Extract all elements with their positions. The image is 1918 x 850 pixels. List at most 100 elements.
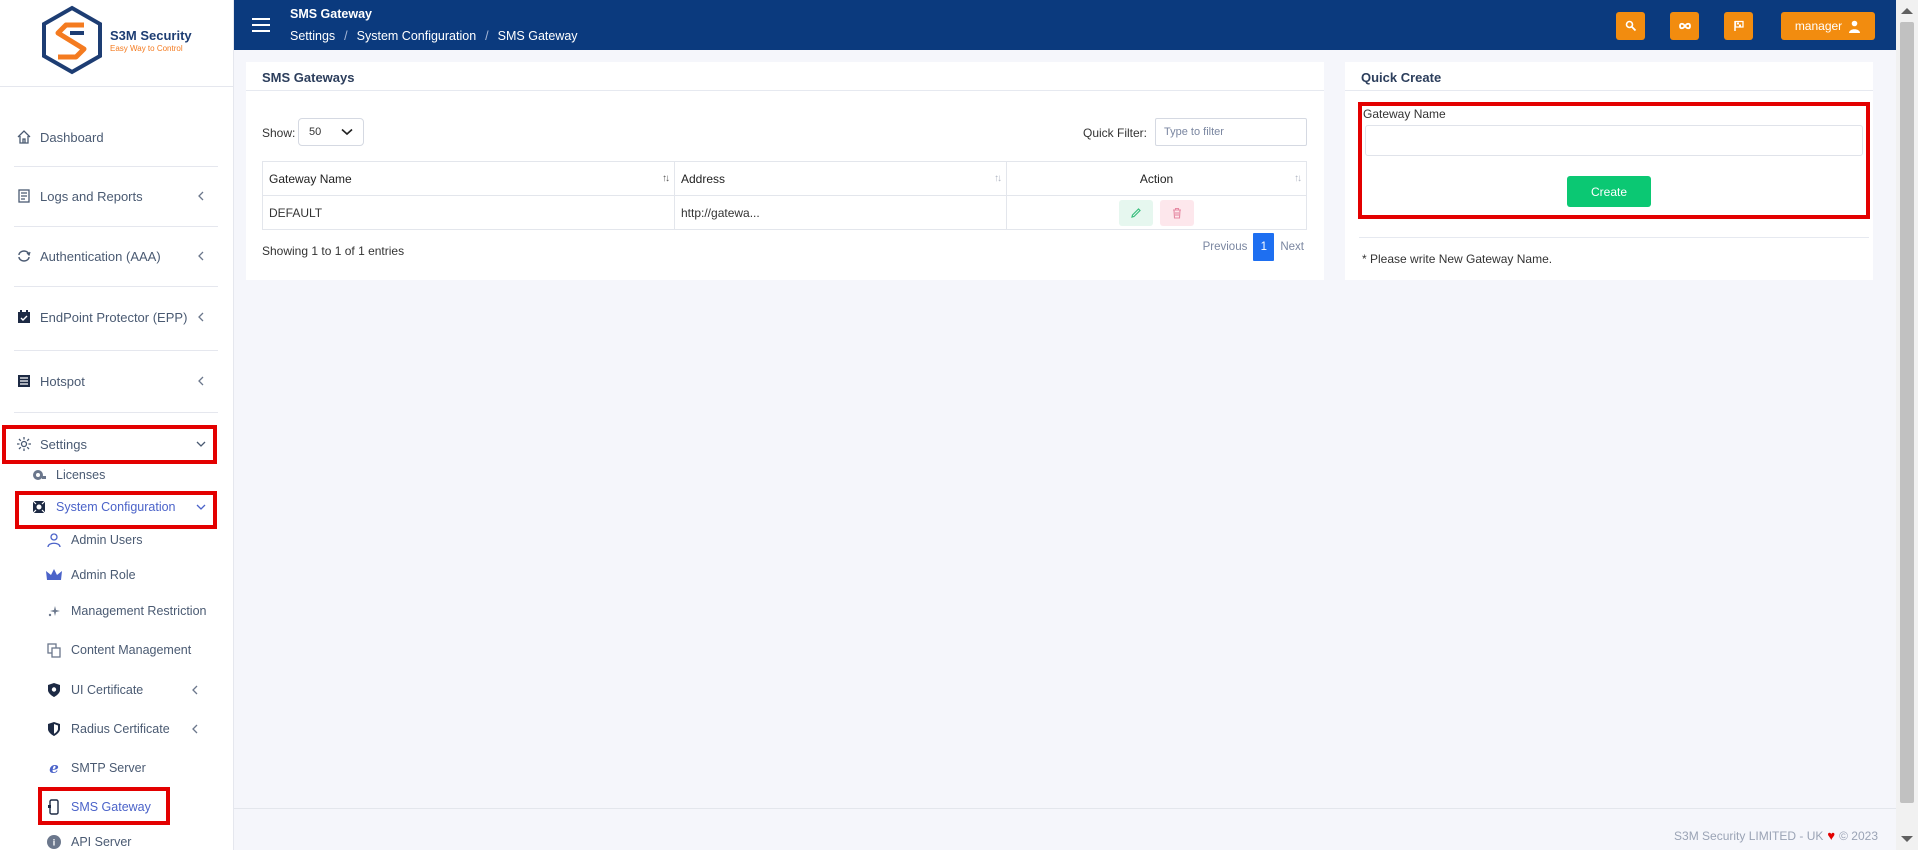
page-title: SMS Gateway — [290, 7, 372, 21]
quick-create-panel: Quick Create Gateway Name Create * Pleas… — [1345, 62, 1873, 280]
breadcrumb-item: SMS Gateway — [497, 29, 578, 43]
table-info: Showing 1 to 1 of 1 entries — [262, 244, 405, 258]
top-bar: SMS Gateway Settings / System Configurat… — [234, 0, 1896, 50]
sidebar-item-label: Admin Users — [71, 533, 143, 547]
user-menu-button[interactable]: manager — [1781, 12, 1875, 40]
page-size-select[interactable]: 50 — [298, 118, 364, 146]
sidebar-item-label: Radius Certificate — [71, 722, 170, 736]
nav-divider — [14, 166, 218, 167]
nav-divider — [14, 350, 218, 351]
svg-text:i: i — [53, 838, 56, 848]
sidebar-item-management-restriction[interactable]: Management Restriction — [45, 598, 206, 624]
sidebar-item-label: API Server — [71, 835, 132, 849]
search-icon — [1625, 20, 1636, 32]
sparkle-icon — [45, 602, 63, 620]
sidebar-item-ui-certificate[interactable]: UI Certificate — [45, 677, 212, 703]
sidebar-item-logs-and-reports[interactable]: Logs and Reports — [14, 181, 218, 211]
scroll-down-arrow-icon[interactable] — [1901, 836, 1913, 842]
nav-divider — [14, 286, 218, 287]
footer-year: © 2023 — [1839, 828, 1878, 843]
panel-divider — [1359, 237, 1869, 238]
pagination-next[interactable]: Next — [1274, 234, 1310, 260]
nav-divider — [14, 226, 218, 227]
column-header-address[interactable]: Address ↑↓ — [674, 161, 1007, 196]
breadcrumb: Settings / System Configuration / SMS Ga… — [290, 29, 578, 43]
report-icon — [14, 186, 34, 206]
flag-icon — [1733, 20, 1744, 31]
sidebar-item-label: Dashboard — [40, 129, 104, 145]
calendar-check-icon — [14, 307, 34, 327]
pagination-previous[interactable]: Previous — [1197, 234, 1254, 260]
sms-gateways-panel: SMS Gateways Show: 50 Quick Filter: Gate… — [246, 62, 1324, 280]
sidebar-item-api-server[interactable]: i API Server — [45, 829, 131, 850]
user-icon — [45, 531, 63, 549]
copy-icon — [45, 641, 63, 659]
scroll-up-arrow-icon[interactable] — [1901, 8, 1913, 14]
pagination: Previous 1 Next — [1197, 233, 1310, 261]
chevron-down-icon — [341, 127, 353, 139]
list-icon — [14, 371, 34, 391]
highlight-system-configuration — [15, 491, 217, 529]
infinity-icon — [1678, 22, 1691, 30]
chevron-left-icon — [188, 722, 202, 736]
scrollbar-thumb[interactable] — [1900, 22, 1914, 803]
page-size-value: 50 — [309, 126, 322, 138]
logo[interactable]: S3M Security Easy Way to Control — [40, 4, 200, 76]
search-button[interactable] — [1616, 12, 1645, 40]
sidebar-item-label: EndPoint Protector (EPP) — [40, 309, 188, 325]
hamburger-menu-icon[interactable] — [252, 18, 270, 32]
delete-button[interactable] — [1160, 199, 1195, 226]
flag-button[interactable] — [1724, 12, 1753, 40]
panel-title: SMS Gateways — [262, 70, 355, 85]
column-header-action[interactable]: Action ↑↓ — [1006, 161, 1307, 196]
sidebar-item-admin-users[interactable]: Admin Users — [45, 527, 143, 553]
vertical-scrollbar[interactable] — [1896, 0, 1918, 850]
crown-icon — [45, 566, 63, 584]
heart-icon: ♥ — [1827, 828, 1836, 843]
user-name: manager — [1794, 19, 1843, 33]
sidebar-item-licenses[interactable]: Licenses — [30, 462, 105, 488]
logo-divider — [0, 86, 234, 87]
sidebar-item-label: Authentication (AAA) — [40, 248, 161, 264]
pagination-page-current[interactable]: 1 — [1253, 233, 1275, 261]
email-icon: e — [49, 759, 59, 777]
breadcrumb-item[interactable]: Settings — [290, 29, 335, 43]
quick-filter-label: Quick Filter: — [1083, 126, 1148, 140]
shield-icon — [45, 681, 63, 699]
sort-icon: ↑↓ — [994, 173, 1002, 184]
sidebar-item-dashboard[interactable]: Dashboard — [14, 122, 218, 152]
sidebar-item-label: Content Management — [71, 643, 192, 657]
table-row: DEFAULT http://gatewa... — [262, 195, 1307, 230]
footer-divider — [234, 808, 1896, 809]
footer-company: S3M Security LIMITED - UK — [1674, 828, 1824, 843]
sync-icon — [14, 246, 34, 266]
sidebar-item-hotspot[interactable]: Hotspot — [14, 366, 218, 396]
user-icon — [1849, 20, 1861, 33]
logo-tagline: Easy Way to Control — [110, 43, 183, 53]
highlight-quick-create — [1358, 102, 1870, 219]
footer: S3M Security LIMITED - UK ♥ © 2023 — [1674, 828, 1878, 843]
trash-icon — [1173, 207, 1182, 219]
sidebar-item-smtp-server[interactable]: e SMTP Server — [45, 755, 146, 781]
column-header-gateway-name[interactable]: Gateway Name ↑↓ — [262, 161, 675, 196]
chevron-left-icon — [188, 683, 202, 697]
sidebar-item-admin-role[interactable]: Admin Role — [45, 562, 136, 588]
logo-mark-icon — [42, 5, 102, 75]
breadcrumb-item[interactable]: System Configuration — [357, 29, 477, 43]
sidebar-item-content-management[interactable]: Content Management — [45, 637, 191, 663]
logo-name: S3M Security — [110, 27, 192, 43]
breadcrumb-separator: / — [485, 29, 489, 43]
sidebar-item-radius-certificate[interactable]: Radius Certificate — [45, 716, 212, 742]
panel-divider — [246, 90, 1324, 91]
highlight-sms-gateway — [38, 787, 170, 825]
quick-filter-input[interactable] — [1155, 118, 1307, 146]
link-button[interactable] — [1670, 12, 1699, 40]
chevron-left-icon — [194, 374, 208, 388]
sidebar-item-endpoint-protector[interactable]: EndPoint Protector (EPP) — [14, 302, 218, 332]
table-header-row: Gateway Name ↑↓ Address ↑↓ Action ↑↓ — [262, 161, 1307, 196]
gateways-table: Gateway Name ↑↓ Address ↑↓ Action ↑↓ DEF… — [262, 161, 1307, 230]
nav-divider — [14, 412, 218, 413]
sidebar-item-authentication[interactable]: Authentication (AAA) — [14, 241, 218, 271]
license-icon — [30, 466, 48, 484]
edit-button[interactable] — [1118, 199, 1153, 226]
